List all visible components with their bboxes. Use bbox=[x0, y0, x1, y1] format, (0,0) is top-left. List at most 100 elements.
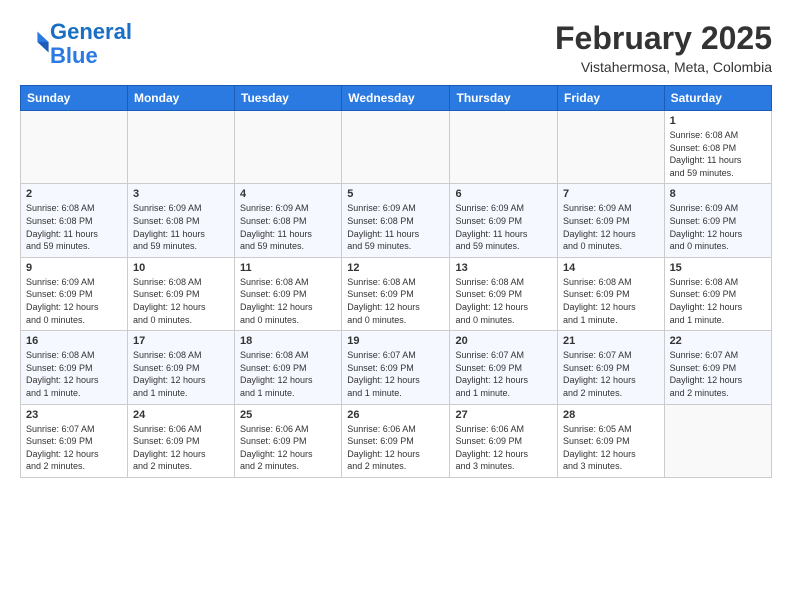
day-cell: 6 Sunrise: 6:09 AM Sunset: 6:09 PM Daylig… bbox=[450, 184, 558, 257]
day-cell: 23 Sunrise: 6:07 AM Sunset: 6:09 PM Dayli… bbox=[21, 404, 128, 477]
day-cell: 9 Sunrise: 6:09 AM Sunset: 6:09 PM Daylig… bbox=[21, 257, 128, 330]
day-number: 13 bbox=[455, 262, 552, 274]
day-info: Sunrise: 6:06 AM Sunset: 6:09 PM Dayligh… bbox=[240, 423, 336, 473]
day-cell: 19 Sunrise: 6:07 AM Sunset: 6:09 PM Dayli… bbox=[342, 331, 450, 404]
day-cell: 22 Sunrise: 6:07 AM Sunset: 6:09 PM Dayli… bbox=[664, 331, 771, 404]
day-info: Sunrise: 6:08 AM Sunset: 6:09 PM Dayligh… bbox=[240, 349, 336, 399]
day-cell: 2Sunrise: 6:08 AM Sunset: 6:08 PM Daylig… bbox=[21, 184, 128, 257]
day-info: Sunrise: 6:07 AM Sunset: 6:09 PM Dayligh… bbox=[670, 349, 766, 399]
day-number: 1 bbox=[670, 115, 766, 127]
week-row-3: 16 Sunrise: 6:08 AM Sunset: 6:09 PM Dayli… bbox=[21, 331, 772, 404]
day-cell bbox=[558, 111, 665, 184]
weekday-sunday: Sunday bbox=[21, 86, 128, 111]
day-number: 8 bbox=[670, 188, 766, 200]
weekday-wednesday: Wednesday bbox=[342, 86, 450, 111]
day-cell: 15 Sunrise: 6:08 AM Sunset: 6:09 PM Dayli… bbox=[664, 257, 771, 330]
day-info: Sunrise: 6:09 AM Sunset: 6:09 PM Dayligh… bbox=[455, 202, 552, 252]
day-cell bbox=[127, 111, 234, 184]
day-number: 25 bbox=[240, 409, 336, 421]
day-info: Sunrise: 6:08 AM Sunset: 6:09 PM Dayligh… bbox=[26, 349, 122, 399]
day-info: Sunrise: 6:06 AM Sunset: 6:09 PM Dayligh… bbox=[347, 423, 444, 473]
day-number: 12 bbox=[347, 262, 444, 274]
day-cell: 21 Sunrise: 6:07 AM Sunset: 6:09 PM Dayli… bbox=[558, 331, 665, 404]
day-info: Sunrise: 6:06 AM Sunset: 6:09 PM Dayligh… bbox=[455, 423, 552, 473]
logo-text: General Blue bbox=[50, 20, 132, 68]
day-number: 14 bbox=[563, 262, 659, 274]
day-number: 9 bbox=[26, 262, 122, 274]
day-cell: 16 Sunrise: 6:08 AM Sunset: 6:09 PM Dayli… bbox=[21, 331, 128, 404]
day-info: Sunrise: 6:09 AM Sunset: 6:08 PM Dayligh… bbox=[133, 202, 229, 252]
day-info: Sunrise: 6:08 AM Sunset: 6:08 PM Dayligh… bbox=[670, 129, 766, 179]
day-number: 10 bbox=[133, 262, 229, 274]
day-cell bbox=[342, 111, 450, 184]
day-number: 24 bbox=[133, 409, 229, 421]
day-cell: 12 Sunrise: 6:08 AM Sunset: 6:09 PM Dayli… bbox=[342, 257, 450, 330]
day-cell bbox=[21, 111, 128, 184]
day-info: Sunrise: 6:08 AM Sunset: 6:09 PM Dayligh… bbox=[670, 276, 766, 326]
title-area: February 2025 Vistahermosa, Meta, Colomb… bbox=[555, 20, 772, 75]
day-number: 17 bbox=[133, 335, 229, 347]
day-info: Sunrise: 6:08 AM Sunset: 6:09 PM Dayligh… bbox=[347, 276, 444, 326]
week-row-4: 23 Sunrise: 6:07 AM Sunset: 6:09 PM Dayli… bbox=[21, 404, 772, 477]
weekday-thursday: Thursday bbox=[450, 86, 558, 111]
day-info: Sunrise: 6:08 AM Sunset: 6:09 PM Dayligh… bbox=[563, 276, 659, 326]
day-info: Sunrise: 6:05 AM Sunset: 6:09 PM Dayligh… bbox=[563, 423, 659, 473]
day-info: Sunrise: 6:09 AM Sunset: 6:09 PM Dayligh… bbox=[670, 202, 766, 252]
weekday-header: SundayMondayTuesdayWednesdayThursdayFrid… bbox=[21, 86, 772, 111]
day-cell: 28 Sunrise: 6:05 AM Sunset: 6:09 PM Dayli… bbox=[558, 404, 665, 477]
day-cell: 5 Sunrise: 6:09 AM Sunset: 6:08 PM Daylig… bbox=[342, 184, 450, 257]
logo-icon bbox=[22, 28, 50, 56]
day-cell: 27 Sunrise: 6:06 AM Sunset: 6:09 PM Dayli… bbox=[450, 404, 558, 477]
day-info: Sunrise: 6:07 AM Sunset: 6:09 PM Dayligh… bbox=[455, 349, 552, 399]
day-number: 15 bbox=[670, 262, 766, 274]
day-cell: 24 Sunrise: 6:06 AM Sunset: 6:09 PM Dayli… bbox=[127, 404, 234, 477]
day-number: 22 bbox=[670, 335, 766, 347]
day-cell bbox=[235, 111, 342, 184]
day-info: Sunrise: 6:07 AM Sunset: 6:09 PM Dayligh… bbox=[563, 349, 659, 399]
day-cell: 13 Sunrise: 6:08 AM Sunset: 6:09 PM Dayli… bbox=[450, 257, 558, 330]
weekday-monday: Monday bbox=[127, 86, 234, 111]
weekday-friday: Friday bbox=[558, 86, 665, 111]
day-info: Sunrise: 6:08 AM Sunset: 6:09 PM Dayligh… bbox=[240, 276, 336, 326]
day-number: 4 bbox=[240, 188, 336, 200]
day-info: Sunrise: 6:08 AM Sunset: 6:09 PM Dayligh… bbox=[133, 349, 229, 399]
day-number: 5 bbox=[347, 188, 444, 200]
calendar-body: 1 Sunrise: 6:08 AM Sunset: 6:08 PM Daylig… bbox=[21, 111, 772, 478]
day-info: Sunrise: 6:08 AM Sunset: 6:09 PM Dayligh… bbox=[455, 276, 552, 326]
day-number: 28 bbox=[563, 409, 659, 421]
day-info: Sunrise: 6:09 AM Sunset: 6:08 PM Dayligh… bbox=[240, 202, 336, 252]
day-cell: 11 Sunrise: 6:08 AM Sunset: 6:09 PM Dayli… bbox=[235, 257, 342, 330]
day-info: Sunrise: 6:09 AM Sunset: 6:08 PM Dayligh… bbox=[347, 202, 444, 252]
day-number: 23 bbox=[26, 409, 122, 421]
day-cell: 25 Sunrise: 6:06 AM Sunset: 6:09 PM Dayli… bbox=[235, 404, 342, 477]
day-cell: 8 Sunrise: 6:09 AM Sunset: 6:09 PM Daylig… bbox=[664, 184, 771, 257]
day-cell: 20Sunrise: 6:07 AM Sunset: 6:09 PM Dayli… bbox=[450, 331, 558, 404]
calendar: SundayMondayTuesdayWednesdayThursdayFrid… bbox=[20, 85, 772, 478]
day-cell: 1 Sunrise: 6:08 AM Sunset: 6:08 PM Daylig… bbox=[664, 111, 771, 184]
weekday-tuesday: Tuesday bbox=[235, 86, 342, 111]
day-info: Sunrise: 6:06 AM Sunset: 6:09 PM Dayligh… bbox=[133, 423, 229, 473]
day-cell: 3Sunrise: 6:09 AM Sunset: 6:08 PM Daylig… bbox=[127, 184, 234, 257]
day-number: 11 bbox=[240, 262, 336, 274]
day-number: 6 bbox=[455, 188, 552, 200]
week-row-2: 9 Sunrise: 6:09 AM Sunset: 6:09 PM Daylig… bbox=[21, 257, 772, 330]
day-cell: 7Sunrise: 6:09 AM Sunset: 6:09 PM Daylig… bbox=[558, 184, 665, 257]
day-number: 19 bbox=[347, 335, 444, 347]
day-number: 21 bbox=[563, 335, 659, 347]
day-cell: 14 Sunrise: 6:08 AM Sunset: 6:09 PM Dayli… bbox=[558, 257, 665, 330]
day-number: 2 bbox=[26, 188, 122, 200]
day-info: Sunrise: 6:07 AM Sunset: 6:09 PM Dayligh… bbox=[347, 349, 444, 399]
day-info: Sunrise: 6:09 AM Sunset: 6:09 PM Dayligh… bbox=[26, 276, 122, 326]
month-title: February 2025 bbox=[555, 20, 772, 57]
week-row-0: 1 Sunrise: 6:08 AM Sunset: 6:08 PM Daylig… bbox=[21, 111, 772, 184]
location-title: Vistahermosa, Meta, Colombia bbox=[555, 59, 772, 75]
week-row-1: 2Sunrise: 6:08 AM Sunset: 6:08 PM Daylig… bbox=[21, 184, 772, 257]
logo: General Blue bbox=[20, 20, 132, 68]
day-cell: 26Sunrise: 6:06 AM Sunset: 6:09 PM Dayli… bbox=[342, 404, 450, 477]
day-cell bbox=[664, 404, 771, 477]
day-number: 16 bbox=[26, 335, 122, 347]
day-info: Sunrise: 6:07 AM Sunset: 6:09 PM Dayligh… bbox=[26, 423, 122, 473]
day-info: Sunrise: 6:09 AM Sunset: 6:09 PM Dayligh… bbox=[563, 202, 659, 252]
day-number: 27 bbox=[455, 409, 552, 421]
day-cell: 4 Sunrise: 6:09 AM Sunset: 6:08 PM Daylig… bbox=[235, 184, 342, 257]
